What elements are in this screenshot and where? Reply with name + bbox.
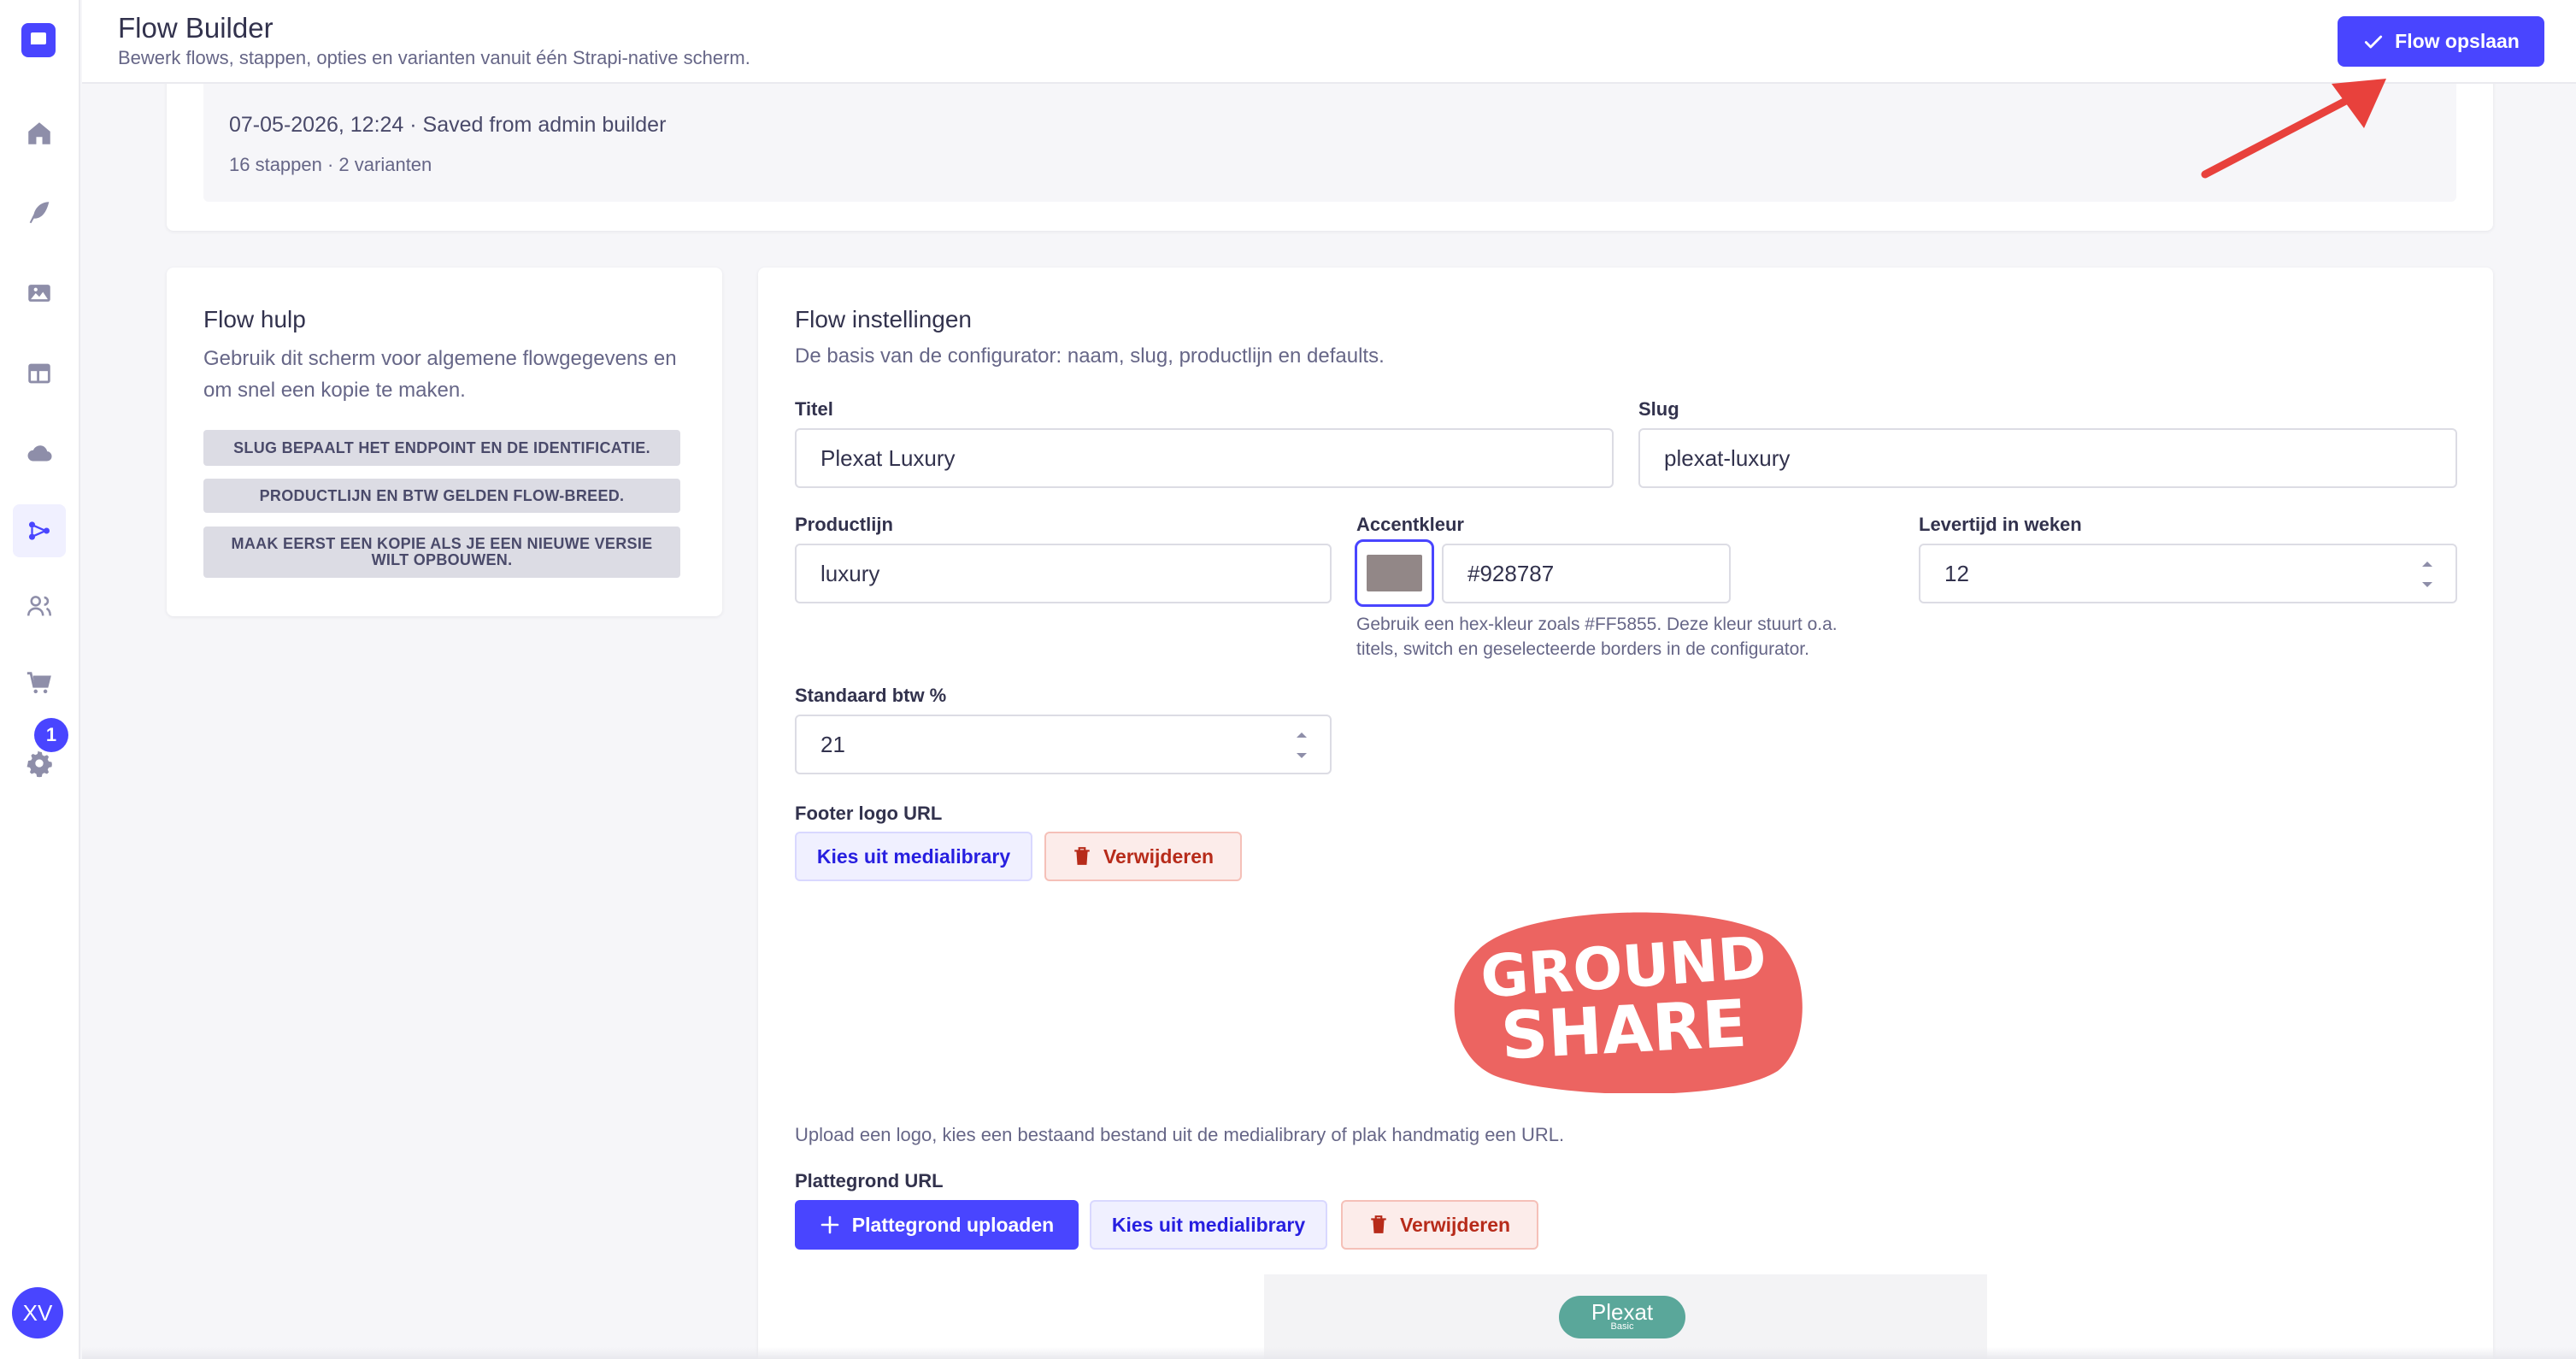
users-icon[interactable] xyxy=(13,579,66,632)
accentkleur-label: Accentkleur xyxy=(1356,514,1464,535)
scroll-fade xyxy=(82,1347,2576,1359)
page-title: Flow Builder xyxy=(118,12,273,44)
number-stepper-icon[interactable] xyxy=(2420,556,2435,593)
media-library-icon[interactable] xyxy=(13,267,66,320)
cloud-icon[interactable] xyxy=(13,427,66,480)
footer-logo-choose-label: Kies uit medialibrary xyxy=(816,844,1011,868)
number-stepper-icon[interactable] xyxy=(1294,727,1309,764)
plus-icon xyxy=(820,1215,839,1234)
logo-text-line2: SHARE xyxy=(1499,985,1749,1074)
titel-label: Titel xyxy=(795,398,833,420)
slug-input[interactable]: plexat-luxury xyxy=(1638,428,2457,488)
plexat-brand-badge: Plexat Basic xyxy=(1559,1296,1685,1338)
content-type-builder-icon[interactable] xyxy=(13,347,66,400)
accentkleur-hex-input[interactable]: #928787 xyxy=(1442,544,1731,603)
page-subtitle: Bewerk flows, stappen, opties en variant… xyxy=(118,47,750,68)
plattegrond-remove-button[interactable]: Verwijderen xyxy=(1341,1200,1538,1250)
save-flow-label: Flow opslaan xyxy=(2395,30,2520,52)
plattegrond-remove-label: Verwijderen xyxy=(1399,1213,1511,1236)
footer-logo-remove-button[interactable]: Verwijderen xyxy=(1044,832,1242,881)
flow-stats: 16 stappen · 2 varianten xyxy=(229,154,432,175)
footer-logo-remove-label: Verwijderen xyxy=(1103,844,1214,868)
help-description: Gebruik dit scherm voor algemene flowgeg… xyxy=(203,347,677,402)
footer-logo-choose-button[interactable]: Kies uit medialibrary xyxy=(795,832,1032,881)
check-icon xyxy=(2365,35,2383,48)
user-avatar[interactable]: XV xyxy=(12,1287,63,1338)
home-icon[interactable] xyxy=(13,107,66,160)
content-manager-feather-icon[interactable] xyxy=(13,186,66,239)
trash-icon xyxy=(1074,847,1090,865)
notification-badge: 1 xyxy=(34,718,68,752)
saved-timestamp: 07-05-2026, 12:24 · Saved from admin bui… xyxy=(229,113,667,137)
footer-logo-label: Footer logo URL xyxy=(795,803,943,824)
slug-label: Slug xyxy=(1638,398,1679,420)
plattegrond-choose-button[interactable]: Kies uit medialibrary xyxy=(1090,1200,1327,1250)
accentkleur-hint-line1: Gebruik een hex-kleur zoals #FF5855. Dez… xyxy=(1356,615,1838,634)
footer-logo-preview-image: GROUND SHARE xyxy=(1454,912,1803,1093)
productlijn-input[interactable]: luxury xyxy=(795,544,1332,603)
titel-input[interactable]: Plexat Luxury xyxy=(795,428,1614,488)
save-flow-button[interactable]: Flow opslaan xyxy=(2338,16,2544,67)
help-tag: Productlijn en btw gelden flow-breed. xyxy=(203,479,680,513)
trash-icon xyxy=(1371,1215,1386,1233)
shopping-cart-icon[interactable] xyxy=(13,656,66,709)
settings-title: Flow instellingen xyxy=(795,306,972,332)
help-tag: Slug bepaalt het endpoint en de identifi… xyxy=(203,430,680,466)
levertijd-label: Levertijd in weken xyxy=(1919,514,2082,535)
strapi-logo[interactable] xyxy=(21,23,56,57)
plattegrond-upload-label: Plattegrond uploaden xyxy=(851,1213,1055,1236)
btw-number-input[interactable]: 21 xyxy=(795,715,1332,774)
flow-builder-icon[interactable] xyxy=(13,504,66,557)
plattegrond-choose-label: Kies uit medialibrary xyxy=(1111,1213,1306,1236)
settings-description: De basis van de configurator: naam, slug… xyxy=(795,344,1385,368)
btw-label: Standaard btw % xyxy=(795,685,947,706)
annotation-arrow-icon xyxy=(2201,79,2386,179)
levertijd-value: 12 xyxy=(1944,560,1969,586)
plexat-brand-sub: Basic xyxy=(1610,1321,1634,1332)
plexat-brand-name: Plexat xyxy=(1591,1299,1654,1325)
plattegrond-label: Plattegrond URL xyxy=(795,1170,944,1191)
main-navigation: 1 XV xyxy=(0,0,80,1359)
help-title: Flow hulp xyxy=(203,306,306,332)
color-swatch-preview xyxy=(1367,555,1422,591)
levertijd-number-input[interactable]: 12 xyxy=(1919,544,2457,603)
plattegrond-upload-button[interactable]: Plattegrond uploaden xyxy=(795,1200,1079,1250)
accentkleur-hint-line2: titels, switch en geselecteerde borders … xyxy=(1356,639,1809,659)
color-picker-swatch[interactable] xyxy=(1355,539,1434,607)
flow-settings-card: Flow instellingen De basis van de config… xyxy=(758,268,2493,1359)
help-tag: Maak eerst een kopie als je een nieuwe v… xyxy=(203,527,680,578)
productlijn-label: Productlijn xyxy=(795,514,893,535)
flow-help-card: Flow hulp Gebruik dit scherm voor algeme… xyxy=(167,268,722,616)
footer-logo-hint: Upload een logo, kies een bestaand besta… xyxy=(795,1124,1565,1145)
btw-value: 21 xyxy=(820,731,845,757)
